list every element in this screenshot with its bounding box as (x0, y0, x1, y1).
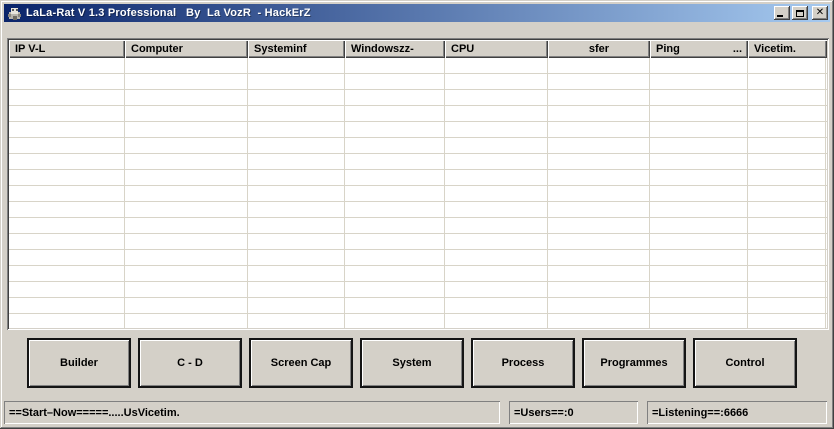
action-button-system[interactable]: System (360, 338, 464, 388)
maximize-button[interactable] (792, 6, 808, 20)
column-header-computer[interactable]: Computer (125, 40, 248, 58)
column-header-ip-v-l[interactable]: IP V-L (9, 40, 125, 58)
status-listening-panel: =Listening==:6666 (647, 401, 827, 424)
close-button[interactable]: ✕ (812, 6, 828, 20)
listview-body[interactable] (9, 58, 827, 328)
titlebar[interactable]: LaLa-Rat V 1.3 Professional By La VozR -… (4, 4, 830, 22)
column-header-extra: ... (729, 43, 742, 55)
window-controls: ✕ (772, 6, 828, 20)
column-header-vicetim[interactable]: Vicetim. (748, 40, 827, 58)
grid-vline (649, 58, 650, 328)
column-header-label: sfer (589, 43, 609, 55)
column-header-ping[interactable]: Ping... (650, 40, 748, 58)
app-window: LaLa-Rat V 1.3 Professional By La VozR -… (0, 0, 834, 429)
action-button-row: BuilderC - DScreen CapSystemProcessProgr… (27, 338, 807, 388)
column-header-cpu[interactable]: CPU (445, 40, 548, 58)
close-icon: ✕ (816, 8, 824, 18)
status-start-text: ==Start–Now=====.....UsVicetim. (9, 407, 180, 419)
grid-vline (344, 58, 345, 328)
listview-header: IP V-L Computer Systeminf Windowszz- CPU sfer… (9, 40, 827, 58)
column-header-windowszz[interactable]: Windowszz- (345, 40, 445, 58)
grid-vline (825, 58, 826, 328)
column-header-label: Ping (656, 43, 680, 55)
column-header-sfer[interactable]: sfer (548, 40, 650, 58)
app-icon[interactable] (7, 6, 22, 21)
action-button-c-d[interactable]: C - D (138, 338, 242, 388)
column-header-label: Vicetim. (754, 43, 796, 55)
grid-vline (547, 58, 548, 328)
window-title: LaLa-Rat V 1.3 Professional By La VozR -… (26, 7, 311, 19)
action-button-control[interactable]: Control (693, 338, 797, 388)
action-button-programmes[interactable]: Programmes (582, 338, 686, 388)
status-users-text: =Users==:0 (514, 407, 574, 419)
column-header-label: Windowszz- (351, 43, 414, 55)
action-button-process[interactable]: Process (471, 338, 575, 388)
grid-vline (444, 58, 445, 328)
column-header-label: CPU (451, 43, 474, 55)
grid-vline (247, 58, 248, 328)
column-header-label: Systeminf (254, 43, 307, 55)
action-button-screen-cap[interactable]: Screen Cap (249, 338, 353, 388)
grid-vline (124, 58, 125, 328)
grid-vline (747, 58, 748, 328)
column-header-systeminf[interactable]: Systeminf (248, 40, 345, 58)
victims-listview[interactable]: IP V-L Computer Systeminf Windowszz- CPU sfer… (7, 38, 829, 330)
maximize-icon (796, 10, 804, 17)
column-header-label: Computer (131, 43, 183, 55)
status-start-panel: ==Start–Now=====.....UsVicetim. (4, 401, 500, 424)
status-users-panel: =Users==:0 (509, 401, 638, 424)
minimize-button[interactable] (774, 6, 790, 20)
column-header-label: IP V-L (15, 43, 45, 55)
status-listening-text: =Listening==:6666 (652, 407, 748, 419)
action-button-builder[interactable]: Builder (27, 338, 131, 388)
minimize-icon (777, 15, 783, 17)
